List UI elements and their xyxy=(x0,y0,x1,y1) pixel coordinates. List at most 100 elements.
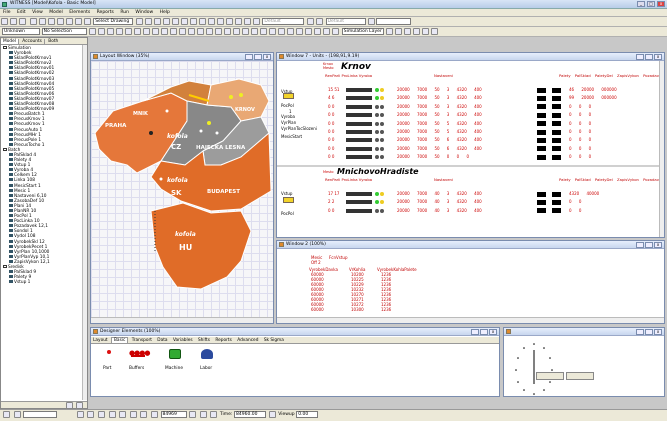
group-icon[interactable] xyxy=(207,18,215,25)
w2-min-button[interactable] xyxy=(636,242,644,248)
undo-icon[interactable] xyxy=(162,18,170,25)
w2-max-button[interactable] xyxy=(645,242,653,248)
w7-max-button[interactable] xyxy=(645,54,653,60)
dash-icon[interactable] xyxy=(215,28,223,35)
color-e-icon[interactable] xyxy=(305,28,313,35)
tree-scrollbar[interactable] xyxy=(82,45,87,400)
back-icon[interactable] xyxy=(234,18,242,25)
clock-max-button[interactable] xyxy=(645,329,653,335)
pin-icon[interactable] xyxy=(66,402,73,408)
rotate-icon[interactable] xyxy=(198,18,206,25)
redo-icon[interactable] xyxy=(171,18,179,25)
unknown-dropdown[interactable]: Unknown xyxy=(2,28,40,35)
zoom-out-icon[interactable] xyxy=(47,18,55,25)
tab-accounts[interactable]: Accounts xyxy=(20,39,45,44)
check-icon[interactable] xyxy=(3,411,10,418)
filter-icon[interactable] xyxy=(76,402,83,408)
menu-view[interactable]: View xyxy=(32,10,43,15)
tab-variables[interactable]: Variables xyxy=(171,338,195,343)
zoom-in-icon[interactable] xyxy=(38,18,46,25)
expander-icon[interactable] xyxy=(3,46,7,49)
w7-close-button[interactable]: x xyxy=(654,54,662,60)
simulation-layer-dropdown[interactable]: Simulation Layer xyxy=(341,28,384,35)
animation-icon[interactable] xyxy=(210,411,218,418)
fast-forward-icon[interactable] xyxy=(140,411,148,418)
width-icon[interactable] xyxy=(224,28,232,35)
speed-icon[interactable] xyxy=(189,411,197,418)
menu-edit[interactable]: Edit xyxy=(17,10,26,15)
layer-show-icon[interactable] xyxy=(431,28,439,35)
unlink-icon[interactable] xyxy=(315,18,323,25)
color-a-icon[interactable] xyxy=(269,28,277,35)
viewup-value[interactable]: 0.00 xyxy=(296,411,319,418)
new-icon[interactable] xyxy=(1,18,8,25)
machine-icon[interactable] xyxy=(169,349,181,359)
draw-rect-icon[interactable] xyxy=(98,28,106,35)
align-icon[interactable] xyxy=(180,18,188,25)
color-f-icon[interactable] xyxy=(314,28,322,35)
record-icon[interactable] xyxy=(199,411,207,418)
front-icon[interactable] xyxy=(225,18,233,25)
draw-arc-icon[interactable] xyxy=(125,28,133,35)
text-color-icon[interactable] xyxy=(170,28,178,35)
step-forward-icon[interactable] xyxy=(129,411,137,418)
w7-min-button[interactable] xyxy=(636,54,644,60)
w2-close-button[interactable]: x xyxy=(654,242,662,248)
cross-icon[interactable] xyxy=(13,411,21,418)
tab-data[interactable]: Data xyxy=(155,338,169,343)
menu-elements[interactable]: Elements xyxy=(69,10,90,15)
clock-icon[interactable] xyxy=(150,411,158,418)
draw-ellipse-icon[interactable] xyxy=(107,28,115,35)
tab-both[interactable]: Both xyxy=(46,39,60,44)
designer-min-button[interactable] xyxy=(471,329,479,335)
cut-icon[interactable] xyxy=(135,18,143,25)
font-icon[interactable] xyxy=(197,28,205,35)
snap-icon[interactable] xyxy=(260,28,268,35)
select-icon[interactable] xyxy=(83,18,91,25)
paste-icon[interactable] xyxy=(153,18,161,25)
layers-icon[interactable] xyxy=(189,18,197,25)
menu-reports[interactable]: Reports xyxy=(97,10,114,15)
layout-canvas[interactable]: MNIK PRAHA KRNOV HAJECKA LESNA BUDAPEST … xyxy=(91,61,273,317)
layer-icon[interactable] xyxy=(332,28,340,35)
designer-max-button[interactable] xyxy=(480,329,488,335)
select-drawing-dropdown[interactable]: Select Drawing xyxy=(93,18,134,25)
shadow-icon[interactable] xyxy=(233,28,241,35)
mini-window[interactable] xyxy=(536,372,564,380)
menu-run[interactable]: Run xyxy=(120,10,129,15)
draw-text-icon[interactable] xyxy=(116,28,124,35)
menu-help[interactable]: Help xyxy=(160,10,170,15)
menu-model[interactable]: Model xyxy=(49,10,63,15)
time-value[interactable]: 84960.00 xyxy=(234,411,267,418)
labor-icon[interactable] xyxy=(201,349,213,359)
rewind-icon[interactable] xyxy=(76,411,84,418)
layer-up-icon[interactable] xyxy=(404,28,412,35)
tab-advanced[interactable]: Advanced xyxy=(235,338,260,343)
tab-model[interactable]: Model xyxy=(1,39,19,44)
default-dropdown-2[interactable]: Default xyxy=(325,18,366,25)
status-input[interactable] xyxy=(23,411,58,418)
spacing-icon[interactable] xyxy=(251,28,259,35)
maximize-button[interactable]: □ xyxy=(647,1,655,7)
layer-add-icon[interactable] xyxy=(386,28,394,35)
arrow-icon[interactable] xyxy=(206,28,214,35)
clock-close-button[interactable]: x xyxy=(654,329,662,335)
play-icon[interactable] xyxy=(119,411,127,418)
pan-icon[interactable] xyxy=(65,18,73,25)
blank-field[interactable] xyxy=(376,18,412,25)
w2-hscrollbar[interactable] xyxy=(277,317,664,323)
minimize-button[interactable]: _ xyxy=(637,1,645,7)
grid-icon[interactable] xyxy=(74,18,82,25)
tab-layout[interactable]: Layout xyxy=(91,338,110,343)
layout-close-button[interactable]: x xyxy=(263,54,271,60)
step-back-icon[interactable] xyxy=(87,411,95,418)
menu-window[interactable]: Window xyxy=(135,10,153,15)
color-d-icon[interactable] xyxy=(296,28,304,35)
save-icon[interactable] xyxy=(19,18,26,25)
layer-lock-icon[interactable] xyxy=(422,28,430,35)
time-spin-icon[interactable] xyxy=(268,411,276,418)
no-selection-dropdown[interactable]: No Selection xyxy=(41,28,87,35)
link-icon[interactable] xyxy=(306,18,314,25)
layout-max-button[interactable] xyxy=(254,54,262,60)
clock-min-button[interactable] xyxy=(636,329,644,335)
